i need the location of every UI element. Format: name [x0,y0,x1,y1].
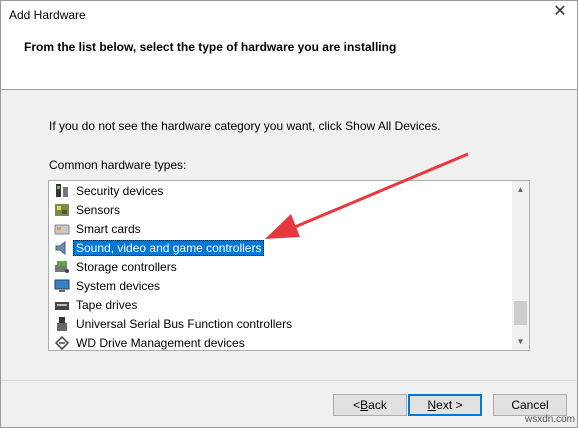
back-mnemonic: B [360,398,369,412]
list-item-sensors[interactable]: Sensors [54,200,123,219]
page-heading: From the list below, select the type of … [24,40,397,54]
usb-icon [54,316,70,332]
list-item-label: Universal Serial Bus Function controller… [76,316,293,331]
sensors-icon [54,202,70,218]
window-title: Add Hardware [9,8,86,22]
back-prefix: < [353,398,361,412]
next-button[interactable]: Next > [408,394,482,416]
security-devices-icon [54,183,70,199]
list-item-label: Security devices [76,183,164,198]
wd-drive-icon [54,335,70,351]
smart-card-icon [54,221,70,237]
list-item-usb-function-controllers[interactable]: Universal Serial Bus Function controller… [54,314,295,333]
hardware-types-list[interactable]: Security devices Sensors Smart cards Sou… [48,180,530,351]
list-label: Common hardware types: [49,158,187,172]
scroll-thumb[interactable] [514,301,527,325]
list-item-storage-controllers[interactable]: Storage controllers [54,257,180,276]
instruction-text: If you do not see the hardware category … [49,119,441,133]
list-item-label: Smart cards [76,221,141,236]
scroll-down-icon[interactable]: ▼ [512,333,529,350]
watermark: wsxdn.com [524,414,575,425]
back-button[interactable]: < Back [333,394,407,416]
close-button[interactable]: ✕ [551,3,569,21]
list-item-tape-drives[interactable]: Tape drives [54,295,140,314]
system-devices-icon [54,278,70,294]
list-item-label: WD Drive Management devices [76,335,245,350]
list-item-system-devices[interactable]: System devices [54,276,163,295]
list-item-label: Sound, video and game controllers [73,239,265,256]
next-mnemonic: N [427,398,437,412]
wizard-header: Add Hardware ✕ From the list below, sele… [1,1,577,90]
list-item-label: Sensors [76,202,121,217]
list-item-wd-drive-management[interactable]: WD Drive Management devices [54,333,248,351]
tape-drive-icon [54,297,70,313]
footer-divider [1,380,577,381]
list-item-security-devices[interactable]: Security devices [54,181,166,200]
list-scrollbar[interactable]: ▲ ▼ [512,181,529,350]
cancel-button[interactable]: Cancel [493,394,567,416]
list-item-label: System devices [76,278,161,293]
list-item-label: Storage controllers [76,259,177,274]
back-rest: ack [368,398,387,412]
scroll-up-icon[interactable]: ▲ [512,181,529,198]
list-item-sound-video-game[interactable]: Sound, video and game controllers [54,238,265,257]
speaker-icon [54,240,70,256]
list-item-label: Tape drives [76,297,138,312]
storage-controller-icon [54,259,70,275]
list-item-smart-cards[interactable]: Smart cards [54,219,144,238]
next-rest: ext > [436,398,463,412]
